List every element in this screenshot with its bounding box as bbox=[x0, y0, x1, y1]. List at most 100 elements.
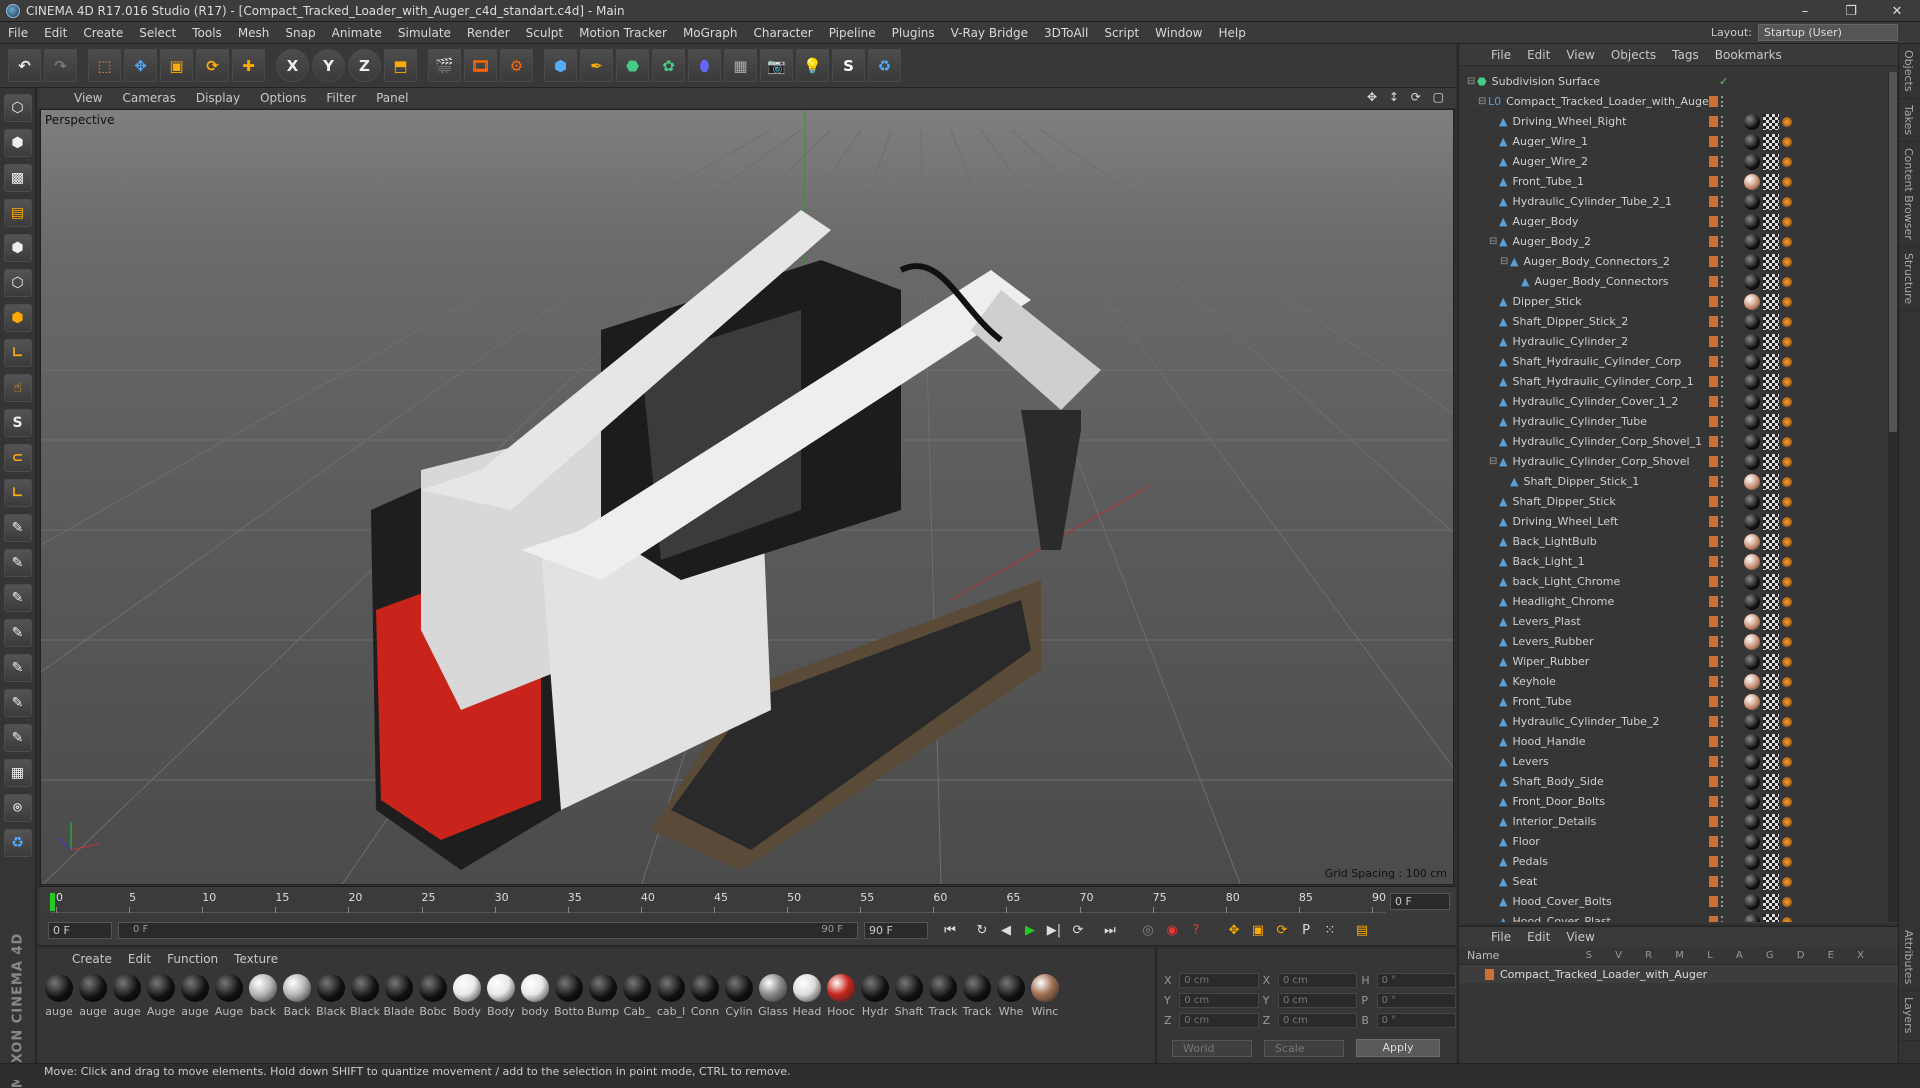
timeline-ruler[interactable]: 0 5 10 15 20 25 30 35 40 45 50 55 60 65 70 75 80 85 90 0 F bbox=[38, 886, 1456, 916]
material-menu-create[interactable]: Create bbox=[64, 952, 120, 966]
object-row[interactable]: ▲ Driving_Wheel_Left bbox=[1459, 512, 1887, 532]
phong-tag-icon[interactable] bbox=[1782, 796, 1792, 807]
material-tag-icon[interactable] bbox=[1744, 313, 1760, 330]
menu-file[interactable]: File bbox=[0, 26, 36, 40]
material-tag-icon[interactable] bbox=[1744, 473, 1760, 490]
uvw-tag-icon[interactable] bbox=[1763, 693, 1779, 710]
layer-color-tag[interactable] bbox=[1709, 816, 1718, 827]
camera-icon[interactable]: 📷 bbox=[760, 49, 793, 82]
frame-range-slider[interactable]: 0 F 90 F bbox=[118, 922, 858, 939]
layer-color-tag[interactable] bbox=[1709, 896, 1718, 907]
uvw-tag-icon[interactable] bbox=[1763, 213, 1779, 230]
polygons-mode-icon[interactable]: ⬢ bbox=[3, 304, 32, 332]
material-swatch[interactable]: Hydr bbox=[858, 974, 892, 1018]
uvw-tag-icon[interactable] bbox=[1763, 493, 1779, 510]
object-row[interactable]: ▲ Levers_Plast bbox=[1459, 612, 1887, 632]
uvw-tag-icon[interactable] bbox=[1763, 393, 1779, 410]
menu-mograph[interactable]: MoGraph bbox=[675, 26, 746, 40]
material-swatch[interactable]: Hooc bbox=[824, 974, 858, 1018]
material-swatch[interactable]: Body bbox=[484, 974, 518, 1018]
floor-icon[interactable]: ▦ bbox=[724, 49, 757, 82]
layer-color-tag[interactable] bbox=[1709, 236, 1718, 247]
uvw-tag-icon[interactable] bbox=[1763, 733, 1779, 750]
object-menu-edit[interactable]: Edit bbox=[1519, 48, 1558, 62]
next-frame-icon[interactable]: ▶| bbox=[1042, 920, 1066, 942]
key-position-icon[interactable]: ✥ bbox=[1222, 920, 1246, 942]
autokey-icon[interactable]: ◉ bbox=[1160, 920, 1184, 942]
menu-help[interactable]: Help bbox=[1210, 26, 1253, 40]
visibility-dots-icon[interactable] bbox=[1721, 856, 1727, 867]
visibility-dots-icon[interactable] bbox=[1721, 316, 1727, 327]
material-tag-icon[interactable] bbox=[1744, 233, 1760, 250]
workplane-axis-icon[interactable]: ∟ bbox=[3, 479, 32, 507]
material-tag-icon[interactable] bbox=[1744, 513, 1760, 530]
material-swatch[interactable]: Black bbox=[348, 974, 382, 1018]
expand-toggle-icon[interactable]: ⊟ bbox=[1500, 256, 1510, 267]
object-menu-view[interactable]: View bbox=[1558, 48, 1602, 62]
material-tag-icon[interactable] bbox=[1744, 893, 1760, 910]
object-row[interactable]: ▲ Front_Tube_1 bbox=[1459, 172, 1887, 192]
layer-color-tag[interactable] bbox=[1709, 356, 1718, 367]
current-frame-marker[interactable] bbox=[50, 893, 55, 911]
expand-toggle-icon[interactable]: ⊟ bbox=[1467, 76, 1477, 87]
uvw-tag-icon[interactable] bbox=[1763, 253, 1779, 270]
light-icon[interactable]: 💡 bbox=[796, 49, 829, 82]
layer-color-tag[interactable] bbox=[1709, 516, 1718, 527]
phong-tag-icon[interactable] bbox=[1782, 216, 1792, 227]
render-view-icon[interactable]: 🎬 bbox=[428, 49, 461, 82]
coordinate-value-field[interactable]: 0 cm bbox=[1179, 992, 1259, 1008]
material-tag-icon[interactable] bbox=[1744, 713, 1760, 730]
phong-tag-icon[interactable] bbox=[1782, 336, 1792, 347]
visibility-dots-icon[interactable] bbox=[1721, 396, 1727, 407]
coordinate-value-field[interactable]: 0 cm bbox=[1277, 992, 1358, 1008]
object-row[interactable]: ▲ Shaft_Dipper_Stick bbox=[1459, 492, 1887, 512]
material-tag-icon[interactable] bbox=[1744, 673, 1760, 690]
material-tag-icon[interactable] bbox=[1744, 273, 1760, 290]
material-tag-icon[interactable] bbox=[1744, 373, 1760, 390]
phong-tag-icon[interactable] bbox=[1782, 296, 1792, 307]
uvw-tag-icon[interactable] bbox=[1763, 313, 1779, 330]
object-row[interactable]: ▲ Floor bbox=[1459, 832, 1887, 852]
sculpt-brush-6-icon[interactable]: ✎ bbox=[3, 689, 32, 717]
object-row[interactable]: ▲ Hood_Handle bbox=[1459, 732, 1887, 752]
object-row[interactable]: ▲ Back_LightBulb bbox=[1459, 532, 1887, 552]
y-axis-lock-button[interactable]: Y bbox=[312, 49, 345, 82]
phong-tag-icon[interactable] bbox=[1782, 416, 1792, 427]
go-to-start-icon[interactable]: ⏮ bbox=[938, 920, 962, 942]
phong-tag-icon[interactable] bbox=[1782, 276, 1792, 287]
material-swatch[interactable]: auge bbox=[42, 974, 76, 1018]
object-row[interactable]: ▲ Hydraulic_Cylinder_Corp_Shovel_1 bbox=[1459, 432, 1887, 452]
visibility-dots-icon[interactable] bbox=[1721, 196, 1727, 207]
phong-tag-icon[interactable] bbox=[1782, 596, 1792, 607]
uvw-tag-icon[interactable] bbox=[1763, 653, 1779, 670]
material-tag-icon[interactable] bbox=[1744, 533, 1760, 550]
material-tag-icon[interactable] bbox=[1744, 293, 1760, 310]
phong-tag-icon[interactable] bbox=[1782, 676, 1792, 687]
visibility-dots-icon[interactable] bbox=[1721, 476, 1727, 487]
visibility-dots-icon[interactable] bbox=[1721, 356, 1727, 367]
menu-mesh[interactable]: Mesh bbox=[230, 26, 278, 40]
object-row[interactable]: ▲ Hood_Cover_Plast bbox=[1459, 912, 1887, 922]
key-rotation-icon[interactable]: ⟳ bbox=[1270, 920, 1294, 942]
visibility-dots-icon[interactable] bbox=[1721, 416, 1727, 427]
visibility-dots-icon[interactable] bbox=[1721, 636, 1727, 647]
expand-toggle-icon[interactable]: ⊟ bbox=[1478, 96, 1488, 107]
menu-v-ray-bridge[interactable]: V-Ray Bridge bbox=[943, 26, 1036, 40]
uvw-tag-icon[interactable] bbox=[1763, 873, 1779, 890]
phong-tag-icon[interactable] bbox=[1782, 776, 1792, 787]
object-row[interactable]: ▲ Shaft_Dipper_Stick_1 bbox=[1459, 472, 1887, 492]
coordinate-value-field[interactable]: 0 ° bbox=[1376, 992, 1456, 1008]
z-axis-lock-button[interactable]: Z bbox=[348, 49, 381, 82]
menu-plugins[interactable]: Plugins bbox=[884, 26, 943, 40]
object-row[interactable]: ▲ Auger_Wire_1 bbox=[1459, 132, 1887, 152]
uvw-tag-icon[interactable] bbox=[1763, 373, 1779, 390]
layer-color-tag[interactable] bbox=[1709, 576, 1718, 587]
coordinate-system-icon[interactable]: ⬒ bbox=[384, 49, 417, 82]
visibility-dots-icon[interactable] bbox=[1721, 676, 1727, 687]
uvw-tag-icon[interactable] bbox=[1763, 613, 1779, 630]
phong-tag-icon[interactable] bbox=[1782, 456, 1792, 467]
texture-mode-icon[interactable]: ▩ bbox=[3, 164, 32, 192]
uvw-tag-icon[interactable] bbox=[1763, 913, 1779, 922]
render-settings-icon[interactable]: ⚙ bbox=[500, 49, 533, 82]
pen-spline-icon[interactable]: ✒ bbox=[580, 49, 613, 82]
